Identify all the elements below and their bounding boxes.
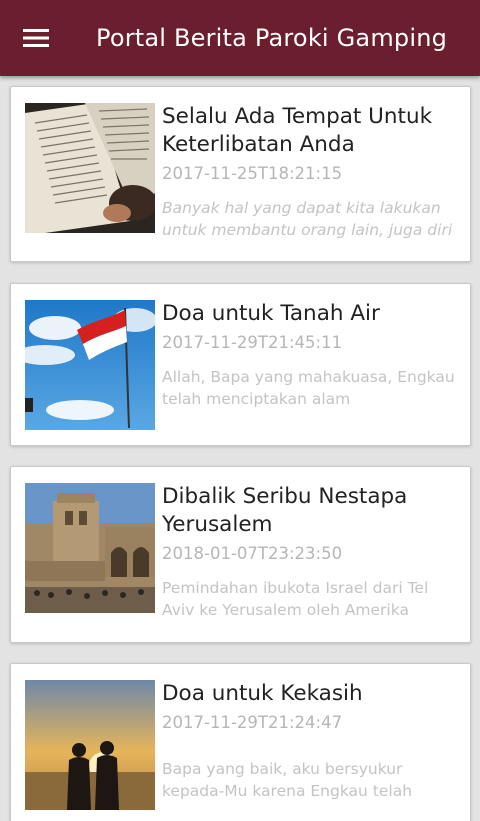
open-book-reading-photo [25,103,155,233]
indonesian-flag-sky-photo [25,300,155,430]
article-thumbnail [25,483,155,613]
article-excerpt: Allah, Bapa yang mahakuasa, Engkau telah… [162,368,455,408]
article-text: Dibalik Seribu Nestapa Yerusalem 2018-01… [162,483,460,621]
article-thumbnail [25,300,155,430]
article-thumbnail [25,680,155,810]
article-card[interactable]: Doa untuk Tanah Air 2017-11-29T21:45:11 … [10,283,471,446]
app-bar: Portal Berita Paroki Gamping [0,0,480,76]
article-date: 2017-11-29T21:45:11 [162,333,343,352]
app-title: Portal Berita Paroki Gamping [96,24,448,52]
article-date: 2018-01-07T23:23:50 [162,544,343,563]
article-title: Doa untuk Tanah Air [162,301,380,326]
article-text: Doa untuk Tanah Air 2017-11-29T21:45:11 … [162,300,460,410]
article-text: Selalu Ada Tempat Untuk Keterlibatan And… [162,103,460,241]
article-card[interactable]: Dibalik Seribu Nestapa Yerusalem 2018-01… [10,466,471,643]
jerusalem-church-photo [25,483,155,613]
article-thumbnail [25,103,155,233]
article-excerpt: Bapa yang baik, aku bersyukur kepada-Mu … [162,760,413,800]
article-date: 2017-11-29T21:24:47 [162,713,343,732]
article-excerpt: Pemindahan ibukota Israel dari Tel Aviv … [162,579,429,619]
article-text: Doa untuk Kekasih 2017-11-29T21:24:47 Ba… [162,680,460,802]
article-card[interactable]: Selalu Ada Tempat Untuk Keterlibatan And… [10,86,471,262]
couple-sunset-beach-photo [25,680,155,810]
article-excerpt: Banyak hal yang dapat kita lakukan untuk… [162,199,453,239]
menu-button[interactable] [0,0,72,76]
article-title: Dibalik Seribu Nestapa Yerusalem [162,484,408,537]
article-date: 2017-11-25T18:21:15 [162,164,343,183]
article-title: Selalu Ada Tempat Untuk Keterlibatan And… [162,104,433,157]
article-title: Doa untuk Kekasih [162,681,363,706]
article-card[interactable]: Doa untuk Kekasih 2017-11-29T21:24:47 Ba… [10,663,471,821]
hamburger-menu-icon [23,29,49,47]
